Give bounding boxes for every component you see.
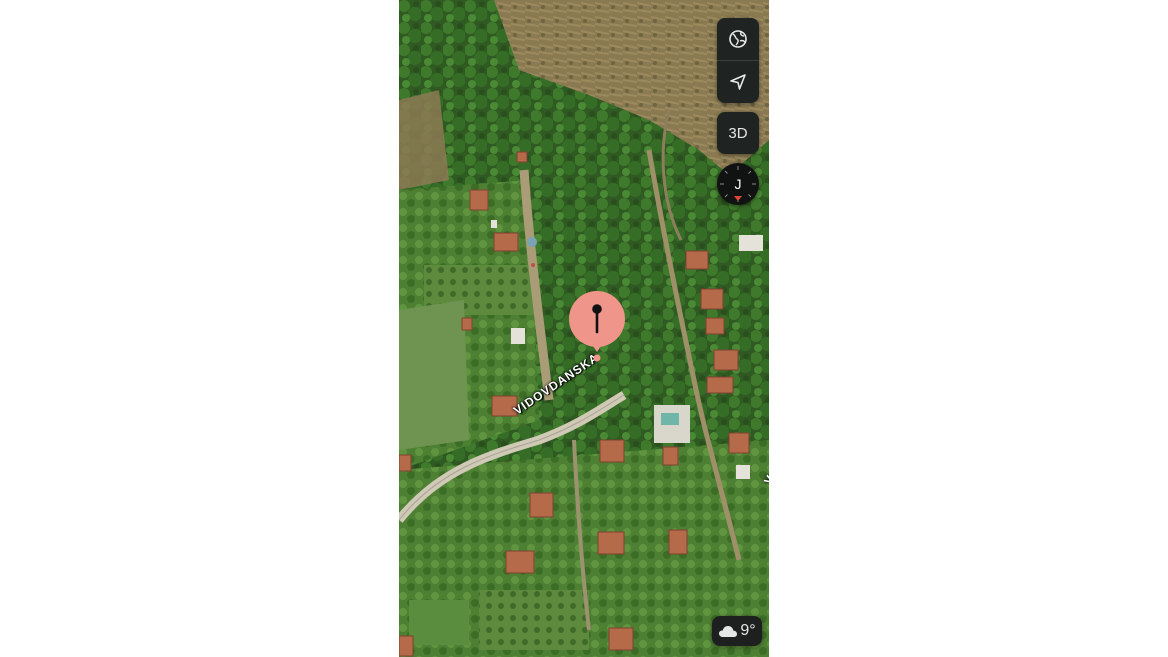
compass-button[interactable]: J bbox=[717, 163, 759, 205]
locate-me-button[interactable] bbox=[717, 61, 759, 103]
pin-icon bbox=[569, 291, 625, 362]
three-d-toggle-button[interactable]: 3D bbox=[717, 112, 759, 154]
dropped-pin-marker[interactable] bbox=[568, 290, 626, 362]
location-arrow-icon bbox=[730, 74, 746, 90]
map-type-button[interactable] bbox=[717, 18, 759, 60]
map-controls bbox=[717, 18, 759, 103]
cloud-icon bbox=[719, 626, 738, 637]
weather-badge[interactable]: 9° bbox=[712, 616, 762, 646]
globe-icon bbox=[729, 30, 747, 48]
compass-letter: J bbox=[734, 176, 742, 192]
temperature-value: 9° bbox=[740, 622, 756, 639]
three-d-label: 3D bbox=[728, 124, 748, 142]
map-view[interactable]: VIDOVDANSKA V 3D J 9° bbox=[399, 0, 769, 657]
